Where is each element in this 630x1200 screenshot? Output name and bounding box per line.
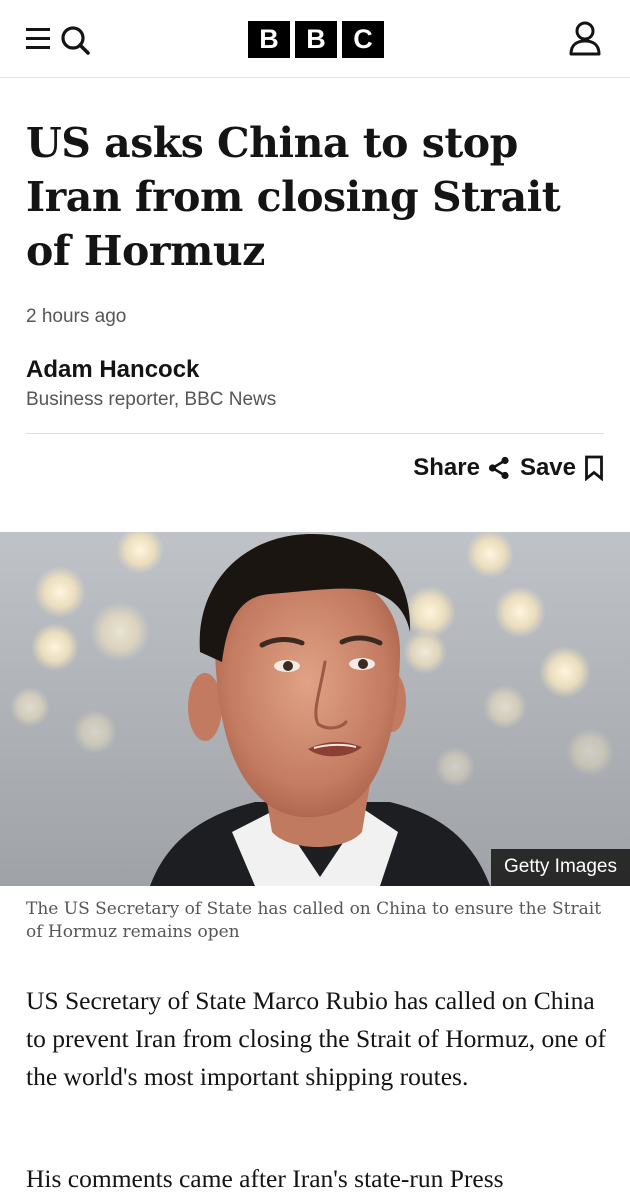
logo-letter: B — [295, 21, 337, 58]
share-button[interactable]: Share — [413, 454, 510, 482]
save-label: Save — [519, 454, 576, 481]
menu-search-icon — [26, 26, 90, 55]
article-actions: Share Save — [413, 454, 604, 482]
portrait-photo — [0, 532, 630, 886]
divider — [26, 433, 604, 434]
share-icon — [488, 456, 509, 480]
image-credit: Getty Images — [491, 849, 630, 886]
logo-letter: B — [248, 21, 290, 58]
account-button[interactable] — [566, 20, 604, 58]
timestamp: 2 hours ago — [26, 306, 127, 327]
body-paragraph: US Secretary of State Marco Rubio has ca… — [26, 986, 606, 1091]
bbc-logo[interactable]: B B C — [248, 21, 384, 58]
save-button[interactable]: Save — [520, 454, 604, 482]
share-label: Share — [413, 454, 480, 481]
author-role: Business reporter, BBC News — [26, 389, 277, 410]
top-navigation: B B C — [0, 0, 630, 78]
image-caption: The US Secretary of State has called on … — [26, 899, 602, 942]
bookmark-icon — [585, 455, 603, 481]
logo-letter: C — [342, 21, 384, 58]
author-name[interactable]: Adam Hancock — [26, 356, 199, 384]
article-image[interactable]: Getty Images — [0, 532, 630, 886]
menu-search-button[interactable] — [24, 22, 94, 56]
user-icon — [569, 21, 601, 56]
headline: US asks China to stop Iran from closing … — [26, 119, 561, 275]
body-paragraph: His comments came after Iran's state-run… — [26, 1164, 504, 1193]
